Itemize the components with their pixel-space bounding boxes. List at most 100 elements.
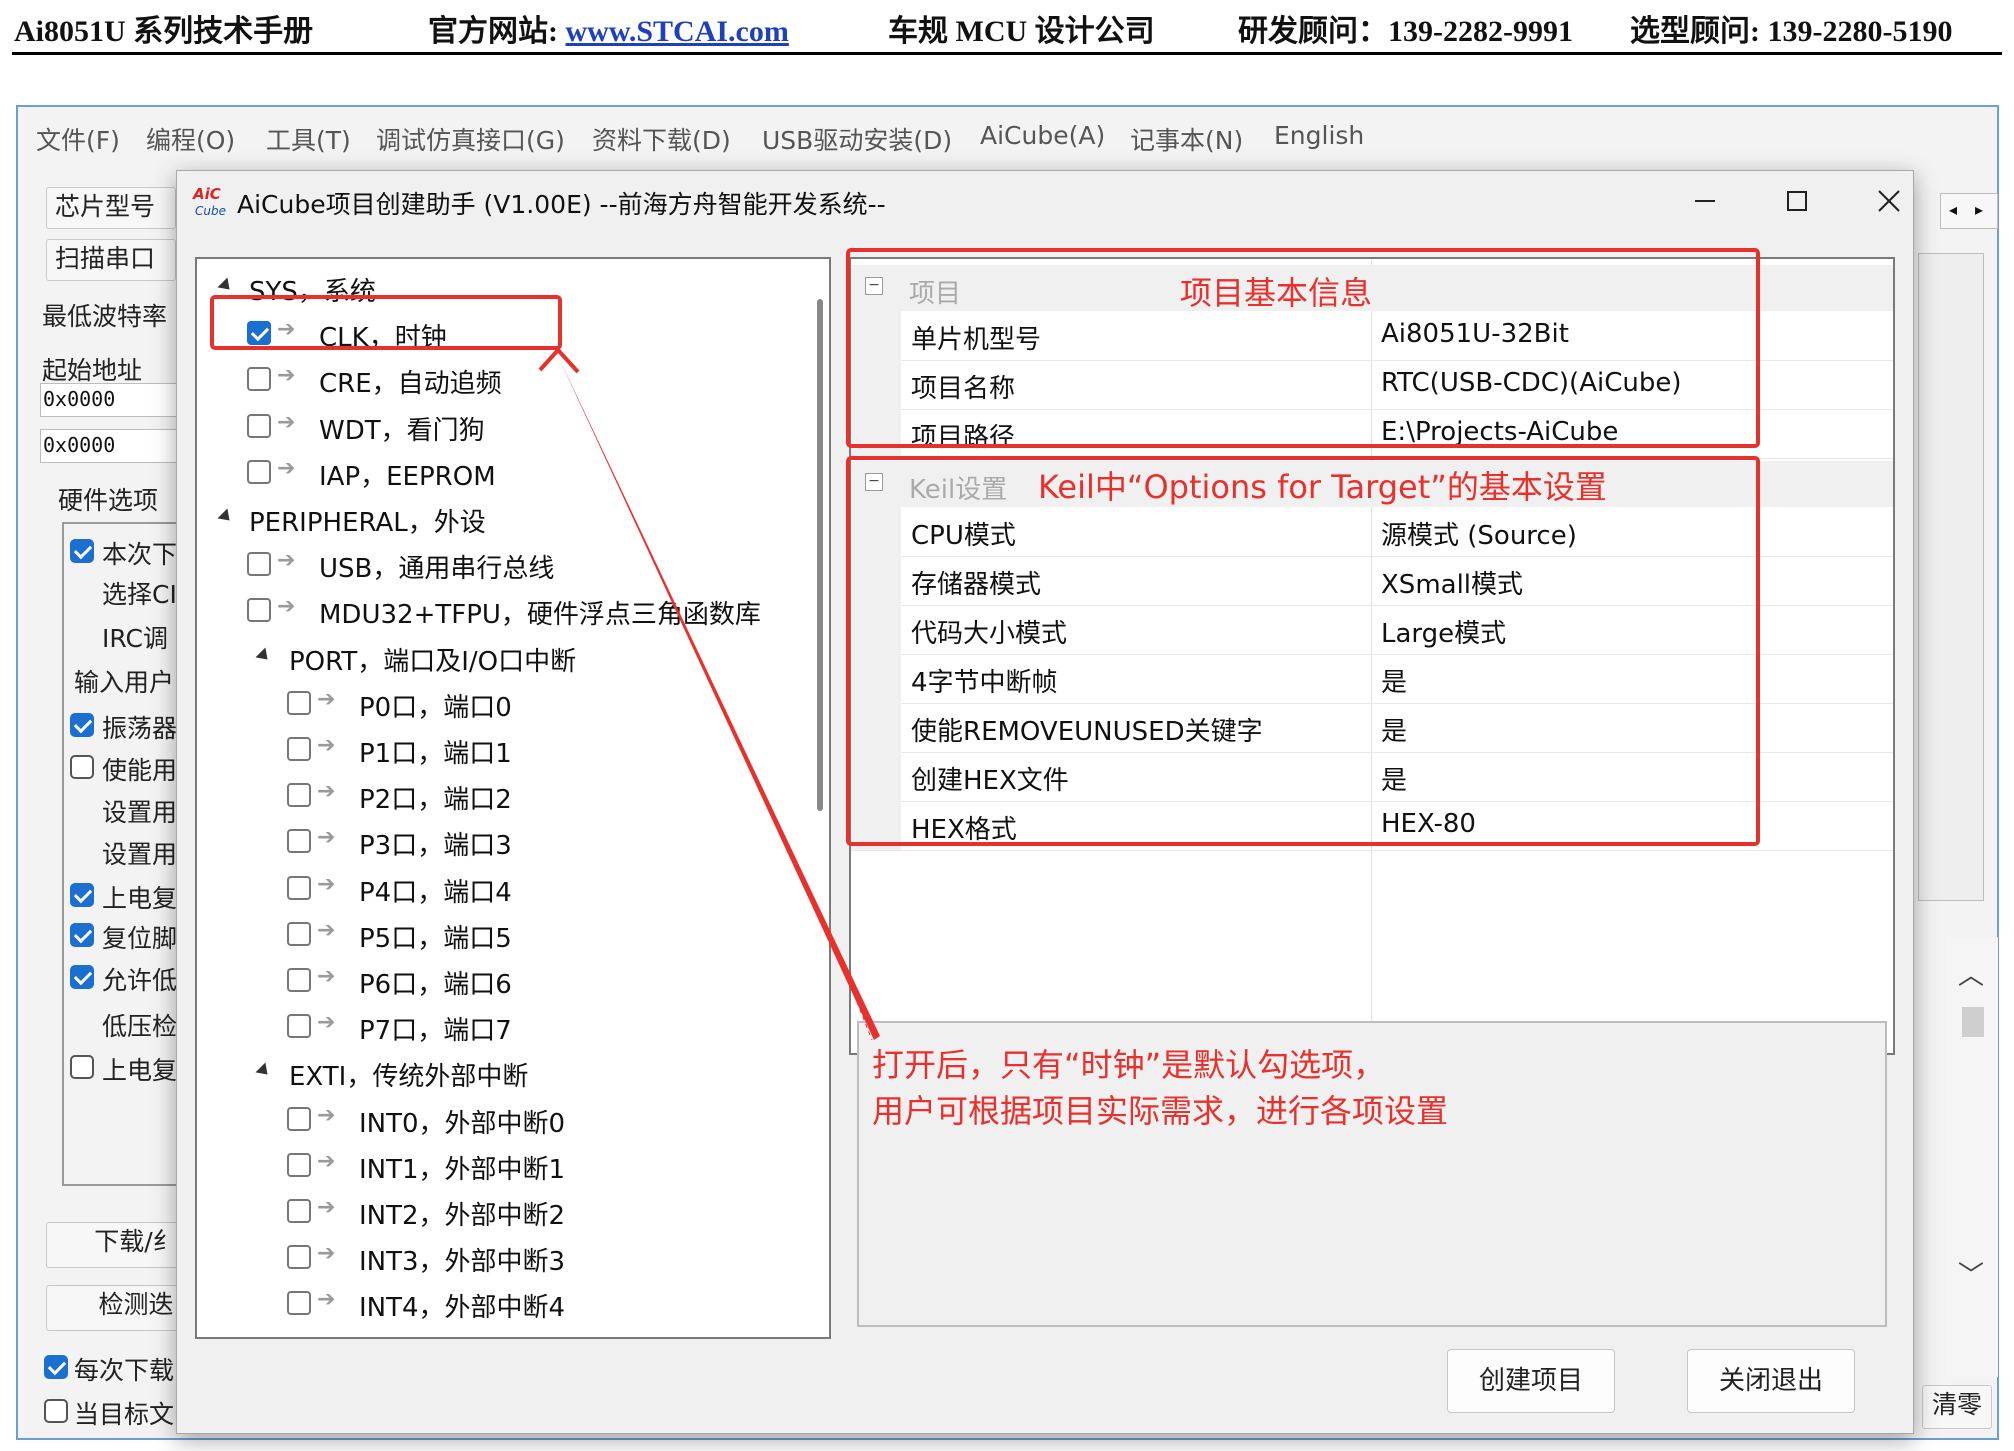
tree-item-checkbox[interactable] (287, 783, 311, 808)
tree-item-checkbox[interactable] (247, 459, 271, 484)
tree-group[interactable]: PERIPHERAL，外设 (197, 500, 797, 540)
scroll-left-icon[interactable]: ◂ (1949, 200, 1957, 219)
menu-download[interactable]: 资料下载(D) (592, 121, 731, 157)
expand-triangle-icon[interactable] (217, 277, 235, 295)
clear-button[interactable]: 清零 (1922, 1385, 1992, 1429)
download-button[interactable]: 下载/纟 (46, 1222, 196, 1268)
hardware-option-checkbox[interactable] (70, 923, 94, 947)
hardware-option-checkbox[interactable] (70, 883, 94, 907)
tree-item[interactable]: ➔ IAP，EEPROM (197, 454, 797, 494)
tree-item[interactable]: ➔ P6口，端口6 (197, 962, 797, 1002)
tree-item[interactable]: ➔ P3口，端口3 (197, 823, 797, 863)
tree-item-checkbox[interactable] (287, 1291, 311, 1316)
menu-usb-driver[interactable]: USB驱动安装(D) (762, 121, 952, 157)
right-scrollbar[interactable]: ︿ ﹀ (1946, 937, 1998, 1377)
tree-item[interactable]: ➔ P0口，端口0 (197, 685, 797, 725)
tree-item[interactable]: ➔ P4口，端口4 (197, 870, 797, 910)
tree-item[interactable]: ➔ USB，通用串行总线 (197, 546, 797, 586)
start-address-label: 起始地址 (42, 356, 143, 385)
menu-english[interactable]: English (1274, 121, 1364, 150)
expand-triangle-icon[interactable] (217, 508, 235, 526)
hardware-option-checkbox[interactable] (70, 965, 94, 989)
chip-type-button[interactable]: 芯片型号 (46, 187, 176, 229)
tree-item-checkbox[interactable] (287, 829, 311, 854)
tree-item-checkbox[interactable] (287, 1245, 311, 1270)
site-link[interactable]: www.STCAI.com (566, 15, 789, 48)
tree-item-checkbox[interactable] (247, 367, 271, 392)
current-target-label: 当目标文 (74, 1400, 175, 1429)
tree-item-checkbox[interactable] (247, 598, 271, 623)
scan-port-button[interactable]: 扫描串口 (46, 239, 176, 281)
close-icon[interactable] (1867, 179, 1911, 223)
tree-scrollbar[interactable] (817, 299, 823, 811)
scroll-up-icon[interactable]: ︿ (1958, 955, 1984, 992)
detect-button[interactable]: 检测迭 (46, 1285, 196, 1331)
minimize-icon[interactable] (1683, 179, 1727, 223)
tree-item-checkbox[interactable] (287, 690, 311, 715)
tree-item[interactable]: ➔ MDU32+TFPU，硬件浮点三角函数库 (197, 592, 797, 632)
current-target-checkbox[interactable] (44, 1399, 68, 1423)
hardware-option-checkbox[interactable] (70, 1055, 94, 1079)
tree-item[interactable]: ➔ CRE，自动追频 (197, 361, 797, 401)
tab-scroll-arrows[interactable]: ◂ ▸ (1940, 193, 1998, 229)
tree-item-checkbox[interactable] (287, 1199, 311, 1223)
tree-item[interactable]: ➔ P1口，端口1 (197, 731, 797, 771)
tree-item[interactable]: ➔ INT1，外部中断1 (197, 1147, 797, 1187)
tree-item[interactable]: ➔ P5口，端口5 (197, 916, 797, 956)
svg-text:Cube: Cube (195, 204, 226, 218)
scroll-thumb[interactable] (1962, 1007, 1984, 1037)
menu-notepad[interactable]: 记事本(N) (1130, 121, 1243, 157)
hardware-option-checkbox[interactable] (70, 539, 94, 563)
tree-item[interactable]: ➔ INT4，外部中断4 (197, 1285, 797, 1325)
tree-item-checkbox[interactable] (247, 552, 271, 577)
tree-item-checkbox[interactable] (287, 1152, 311, 1177)
tree-item-checkbox[interactable] (247, 413, 271, 438)
menu-program[interactable]: 编程(O) (146, 121, 235, 157)
arrow-icon: ➔ (317, 1102, 336, 1128)
scroll-down-icon[interactable]: ﹀ (1958, 1255, 1984, 1292)
tree-item[interactable]: ➔ P7口，端口7 (197, 1008, 797, 1048)
tree-item-label: P0口，端口0 (359, 692, 512, 723)
tree-item[interactable]: ➔ INT0，外部中断0 (197, 1101, 797, 1141)
expand-triangle-icon[interactable] (255, 1062, 273, 1080)
menu-debug[interactable]: 调试仿真接口(G) (376, 121, 565, 157)
start-address-input-2[interactable]: 0x0000 (40, 429, 178, 463)
every-download-checkbox[interactable] (44, 1355, 68, 1379)
scroll-right-icon[interactable]: ▸ (1975, 200, 1983, 219)
tree-group[interactable]: EXTI，传统外部中断 (197, 1054, 797, 1094)
tree-item-checkbox[interactable] (287, 737, 311, 761)
tree-item-label: MDU32+TFPU，硬件浮点三角函数库 (319, 600, 761, 631)
keil-settings-highlight-box (846, 456, 1760, 846)
hardware-option-checkbox[interactable] (70, 755, 94, 779)
tree-item-label: P2口，端口2 (359, 785, 512, 816)
tree-group[interactable]: PORT，端口及I/O口中断 (197, 639, 797, 679)
tree-item-label: CRE，自动追频 (319, 369, 502, 400)
menu-file[interactable]: 文件(F) (36, 121, 120, 157)
document-header: Ai8051U 系列技术手册 官方网站: www.STCAI.com 车规 MC… (0, 0, 2014, 56)
tree-item-checkbox[interactable] (287, 875, 311, 900)
hardware-options-tab[interactable]: 硬件选项 (58, 481, 158, 517)
module-tree[interactable]: SYS，系统 ➔ CLK，时钟 ➔ CRE，自动追频 ➔ WDT，看门狗 ➔ IAP，EEPRO… (195, 257, 831, 1339)
expand-triangle-icon[interactable] (255, 647, 273, 665)
tree-item-checkbox[interactable] (287, 921, 311, 946)
tree-item-checkbox[interactable] (287, 1014, 311, 1039)
site-label: 官方网站: (428, 15, 566, 48)
close-exit-button[interactable]: 关闭退出 (1687, 1349, 1855, 1413)
tree-item-label: INT1，外部中断1 (359, 1154, 566, 1185)
tree-item[interactable]: ➔ P2口，端口2 (197, 777, 797, 817)
menu-tools[interactable]: 工具(T) (266, 121, 351, 157)
svg-text:AiC: AiC (192, 185, 221, 203)
tree-item[interactable]: ➔ WDT，看门狗 (197, 408, 797, 448)
arrow-icon: ➔ (317, 964, 336, 989)
tree-item-checkbox[interactable] (287, 1106, 311, 1131)
create-project-button[interactable]: 创建项目 (1447, 1349, 1615, 1413)
tree-item-label: INT3，外部中断3 (359, 1247, 566, 1278)
tree-item[interactable]: ➔ INT3，外部中断3 (197, 1239, 797, 1279)
tree-item[interactable]: ➔ INT2，外部中断2 (197, 1193, 797, 1233)
start-address-input-1[interactable]: 0x0000 (40, 383, 178, 417)
project-info-annotation: 项目基本信息 (1180, 274, 1373, 312)
hardware-option-checkbox[interactable] (70, 713, 94, 737)
menu-aicube[interactable]: AiCube(A) (980, 121, 1105, 150)
tree-item-checkbox[interactable] (287, 968, 311, 992)
maximize-icon[interactable] (1775, 179, 1819, 223)
